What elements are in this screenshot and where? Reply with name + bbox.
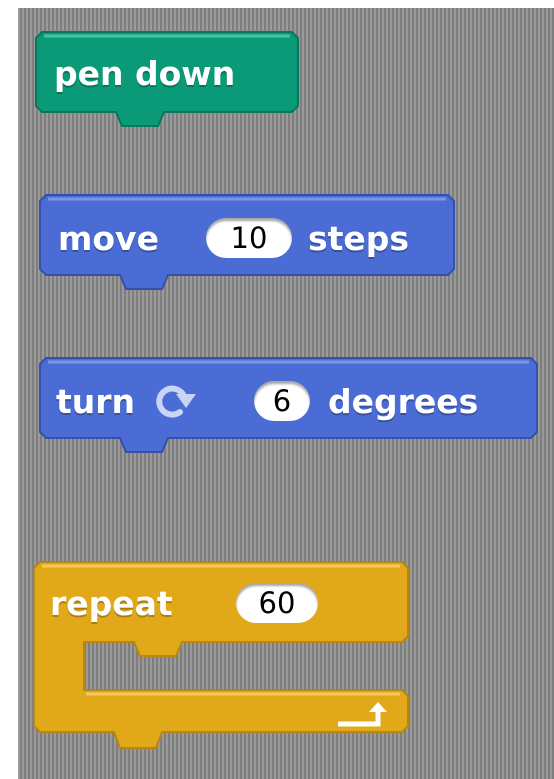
turn-label: turn	[56, 382, 136, 421]
degrees-label: degrees	[328, 382, 479, 421]
turn-degrees-input[interactable]: 6	[254, 381, 310, 421]
repeat-label: repeat	[50, 584, 173, 623]
pen-down-label: pen down	[54, 54, 236, 93]
steps-label: steps	[308, 219, 410, 258]
loop-arrow-icon	[338, 702, 387, 727]
move-steps-input[interactable]: 10	[206, 218, 292, 258]
repeat-block[interactable]: repeat 60	[33, 561, 412, 754]
rotate-clockwise-icon	[156, 385, 196, 418]
pen-down-block[interactable]: pen down	[35, 31, 299, 128]
turn-degrees-block[interactable]: turn 6 degrees	[39, 357, 538, 454]
move-label: move	[58, 219, 159, 258]
repeat-count-input[interactable]: 60	[236, 583, 318, 623]
move-steps-block[interactable]: move 10 steps	[39, 194, 455, 291]
